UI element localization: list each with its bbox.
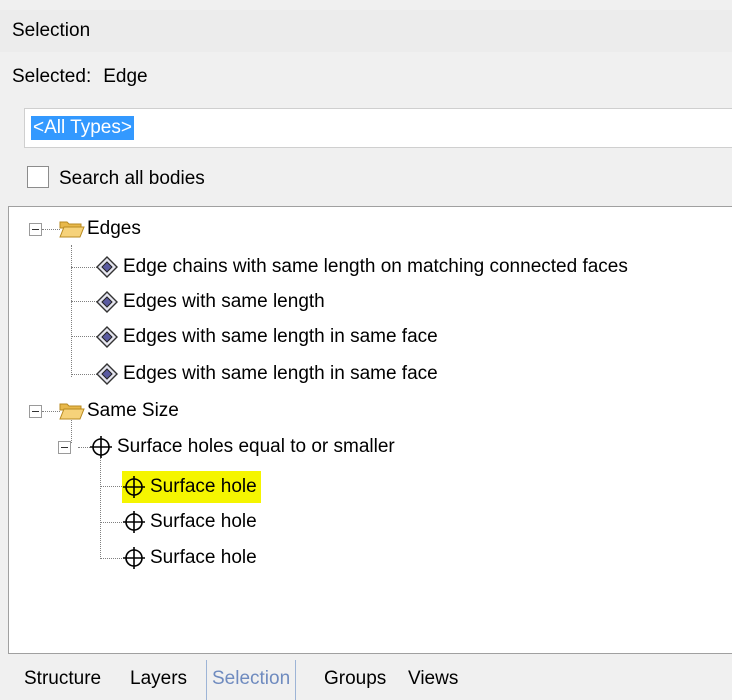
edge-diamond-icon	[95, 362, 119, 386]
edge-diamond-icon	[95, 325, 119, 349]
folder-icon	[59, 399, 85, 423]
search-all-bodies-checkbox[interactable]	[27, 166, 49, 188]
edge-diamond-icon	[95, 290, 119, 314]
tab-structure[interactable]: Structure	[24, 664, 101, 694]
collapse-surface-holes-toggle[interactable]	[58, 441, 71, 454]
tab-layers[interactable]: Layers	[130, 664, 187, 694]
tree-connector	[100, 522, 122, 523]
type-filter-input[interactable]: <All Types>	[24, 108, 732, 148]
tree-item-surface-hole-highlighted[interactable]: Surface hole	[122, 471, 261, 503]
tree-group-label: Edges	[87, 218, 141, 239]
tree-connector	[71, 374, 97, 375]
selection-tree[interactable]: Edges Edge chains with same length on ma…	[8, 206, 732, 654]
tree-subgroup-label: Surface holes equal to or smaller	[117, 436, 395, 457]
crosshair-circle-icon	[122, 475, 146, 499]
tree-connector	[71, 245, 72, 377]
tree-item-label: Edges with same length	[123, 291, 325, 312]
panel-title: Selection	[0, 10, 732, 52]
selection-panel: Selection Selected: Edge <All Types> Sear…	[0, 0, 732, 700]
collapse-same-size-toggle[interactable]	[29, 405, 42, 418]
tab-selection[interactable]: Selection	[206, 660, 297, 700]
selected-value: Edge	[103, 66, 148, 87]
tree-group-edges[interactable]: Edges	[59, 213, 145, 245]
tree-connector	[42, 229, 60, 230]
tree-connector	[71, 301, 97, 302]
collapse-edges-toggle[interactable]	[29, 223, 42, 236]
folder-icon	[59, 217, 85, 241]
tree-item-edge[interactable]: Edges with same length in same face	[95, 358, 442, 390]
tree-connector	[71, 267, 97, 268]
panel-tabs: Structure Layers Selection Groups Views	[0, 656, 732, 700]
tree-item-label: Surface hole	[150, 511, 257, 532]
tree-connector	[100, 558, 122, 559]
tree-item-edge[interactable]: Edges with same length	[95, 286, 329, 318]
tree-item-edge[interactable]: Edges with same length in same face	[95, 321, 442, 353]
tree-item-label: Surface hole	[150, 476, 257, 497]
tree-group-label: Same Size	[87, 400, 179, 421]
tree-group-same-size[interactable]: Same Size	[59, 395, 183, 427]
edge-diamond-icon	[95, 255, 119, 279]
tree-item-label: Edges with same length in same face	[123, 326, 438, 347]
tree-item-label: Edge chains with same length on matching…	[123, 256, 628, 277]
tab-views[interactable]: Views	[408, 664, 458, 694]
crosshair-circle-icon	[122, 510, 146, 534]
selected-info: Selected: Edge	[12, 62, 148, 92]
search-all-bodies-label: Search all bodies	[59, 168, 205, 189]
tree-item-edge[interactable]: Edge chains with same length on matching…	[95, 251, 632, 283]
crosshair-circle-icon	[122, 546, 146, 570]
tree-connector	[71, 336, 97, 337]
tree-connector	[100, 486, 122, 487]
type-filter-value: <All Types>	[31, 116, 134, 140]
tree-item-label: Surface hole	[150, 547, 257, 568]
selected-label: Selected:	[12, 66, 92, 87]
tree-item-label: Edges with same length in same face	[123, 363, 438, 384]
tree-item-surface-hole[interactable]: Surface hole	[122, 542, 261, 574]
tree-subgroup-surface-holes[interactable]: Surface holes equal to or smaller	[89, 431, 399, 463]
tree-connector	[100, 455, 101, 559]
tree-item-surface-hole[interactable]: Surface hole	[122, 506, 261, 538]
tab-groups[interactable]: Groups	[324, 664, 386, 694]
tree-connector	[42, 411, 60, 412]
crosshair-circle-icon	[89, 435, 113, 459]
